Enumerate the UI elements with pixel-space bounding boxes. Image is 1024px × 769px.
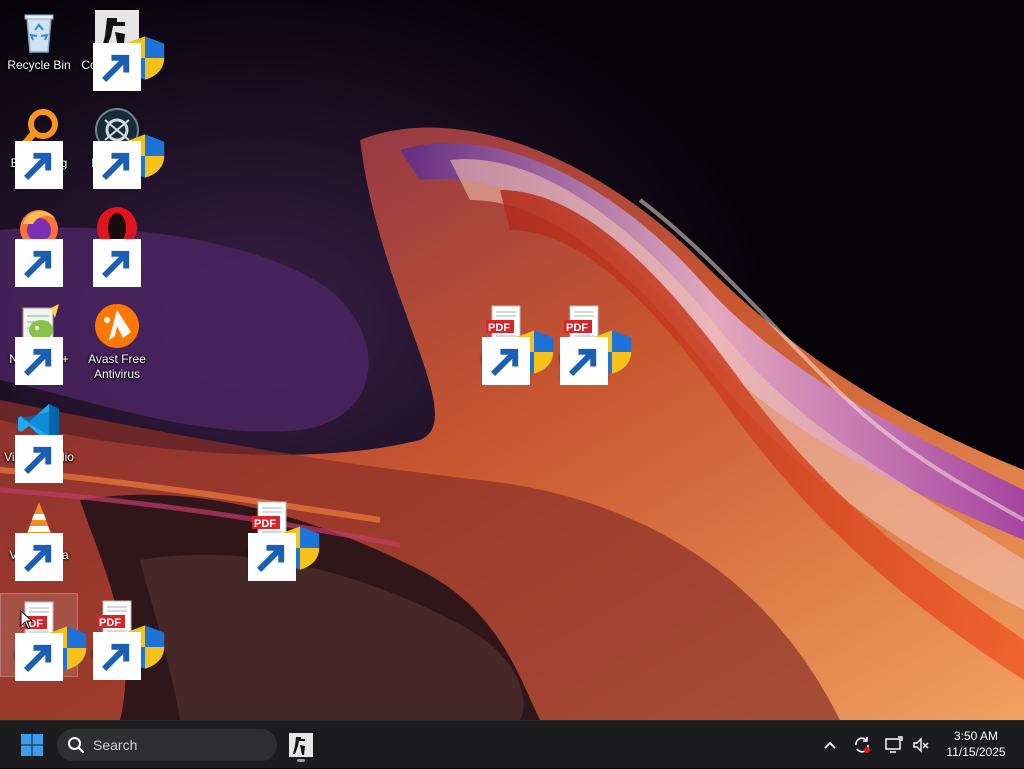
exloader-icon (93, 106, 165, 189)
tray-volume-button[interactable] (909, 721, 933, 769)
desktop-icon-opera[interactable]: Opera Browser (78, 200, 156, 287)
opera-icon (93, 204, 141, 287)
desktop-icon-exloader[interactable]: ExLoader (78, 102, 165, 189)
recycle-bin-icon (15, 8, 63, 56)
show-hidden-icons-button[interactable] (818, 721, 842, 769)
shortcut-arrow-icon (482, 337, 530, 385)
desktop: Recycle Bin Everything Firefox Notepad++… (0, 0, 1024, 720)
shortcut-arrow-icon (15, 141, 63, 189)
desktop-icon-avast[interactable]: Avast Free Antivirus (78, 298, 156, 382)
tray-sync-button[interactable] (849, 721, 875, 769)
counter-strike-icon (93, 8, 165, 91)
taskbar-search-box[interactable]: Search (57, 729, 277, 761)
avast-icon (93, 302, 141, 350)
shortcut-arrow-icon (15, 435, 63, 483)
shortcut-arrow-icon (15, 533, 63, 581)
vscode-icon (15, 400, 63, 483)
icon-label: Recycle Bin (7, 58, 71, 72)
search-placeholder: Search (93, 737, 138, 753)
shortcut-arrow-icon (15, 239, 63, 287)
shortcut-arrow-icon (15, 337, 63, 385)
shortcut-arrow-icon (560, 337, 608, 385)
clock-date: 11/15/2025 (946, 745, 1006, 759)
notepadpp-icon (15, 302, 63, 385)
counter-strike-icon (289, 733, 313, 757)
desktop-icon-recycle-bin[interactable]: Recycle Bin (0, 4, 78, 88)
taskbar-clock[interactable]: 3:50 AM 11/15/2025 (936, 728, 1016, 760)
everything-search-icon (15, 106, 63, 189)
shortcut-arrow-icon (93, 43, 141, 91)
vlc-cone-icon (15, 498, 63, 581)
shortcut-arrow-icon (93, 239, 141, 287)
taskbar: Search 3:50 AM 11/15/2025 (0, 720, 1024, 768)
start-button[interactable] (14, 729, 50, 761)
pdf-file-icon: PDF (93, 597, 165, 680)
pdf-file-icon: PDF (248, 498, 320, 581)
pdf-file-icon: PDF (482, 302, 554, 385)
desktop-icon-edge-pdf-4[interactable]: PDF Microsoft Edge (4) (233, 494, 320, 581)
clock-time: 3:50 AM (953, 729, 999, 743)
desktop-icon-edge-pdf-2[interactable]: PDF Microsoft Edge (2) (545, 298, 632, 385)
desktop-icon-notepadpp[interactable]: Notepad++ (0, 298, 78, 385)
display-icon (885, 736, 903, 753)
pdf-file-icon: PDF (560, 302, 632, 385)
speaker-muted-icon (913, 737, 929, 753)
desktop-icon-edge-pdf-5[interactable]: PDF Microsoft Edge (5) (78, 593, 165, 680)
firefox-icon (15, 204, 63, 287)
svg-text:PDF: PDF (254, 518, 276, 530)
mouse-cursor-icon (20, 610, 34, 630)
shortcut-arrow-icon (248, 533, 296, 581)
desktop-icon-counter-strike[interactable]: Counter-Str... (78, 4, 165, 91)
desktop-icon-everything[interactable]: Everything (0, 102, 78, 189)
taskbar-app-counter-strike[interactable] (284, 727, 318, 763)
chevron-up-icon (824, 741, 836, 749)
windows-logo-icon (21, 734, 43, 756)
svg-text:PDF: PDF (488, 322, 510, 334)
shortcut-arrow-icon (93, 141, 141, 189)
shortcut-arrow-icon (93, 632, 141, 680)
desktop-icon-vlc[interactable]: VLC media player (0, 494, 78, 581)
icon-label: Avast Free Antivirus (88, 352, 146, 381)
sync-icon (855, 737, 870, 753)
desktop-icon-vscode[interactable]: Visual Studio Code (0, 396, 78, 483)
desktop-icon-edge-pdf[interactable]: PDF Microsoft Edge (0, 593, 87, 681)
search-icon (68, 737, 84, 753)
desktop-icon-edge-pdf-3[interactable]: PDF Microsoft Edge (3) (467, 298, 554, 385)
svg-text:PDF: PDF (566, 322, 588, 334)
shortcut-arrow-icon (15, 633, 63, 681)
running-indicator (297, 759, 305, 762)
svg-text:PDF: PDF (99, 617, 121, 629)
desktop-icon-firefox[interactable]: Firefox (0, 200, 78, 287)
tray-display-button[interactable] (881, 721, 907, 769)
